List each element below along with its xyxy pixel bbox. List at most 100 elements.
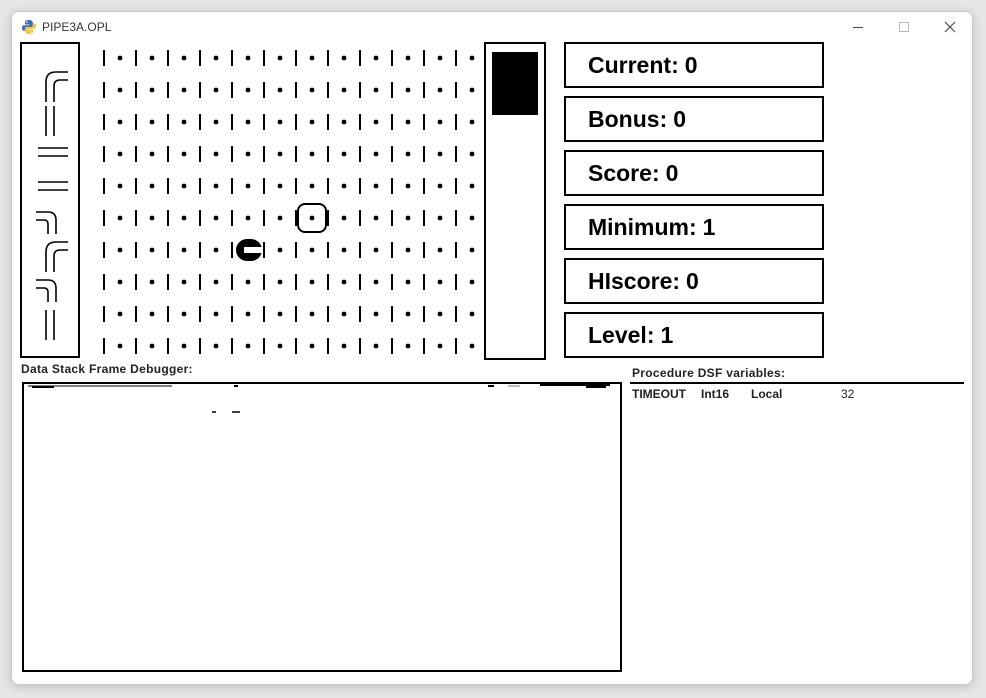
board-cell[interactable]	[359, 114, 379, 130]
board-cell[interactable]	[327, 82, 347, 98]
board-cell[interactable]	[231, 82, 251, 98]
board-cell[interactable]	[103, 210, 123, 226]
board-cell[interactable]	[359, 274, 379, 290]
board-cell[interactable]	[231, 338, 251, 354]
board-cell[interactable]	[327, 274, 347, 290]
board-cell[interactable]	[359, 82, 379, 98]
board-cell[interactable]	[263, 146, 283, 162]
board-cell[interactable]	[263, 210, 283, 226]
board-cell[interactable]	[455, 306, 475, 322]
board-cell[interactable]	[327, 114, 347, 130]
board-cell[interactable]	[103, 50, 123, 66]
board-cell[interactable]	[199, 50, 219, 66]
board-cell[interactable]	[135, 146, 155, 162]
debugger-canvas[interactable]	[22, 382, 622, 672]
board-cell[interactable]	[327, 210, 347, 226]
board-cell[interactable]	[167, 50, 187, 66]
board-cell[interactable]	[263, 274, 283, 290]
board-cell[interactable]	[231, 146, 251, 162]
board-cell[interactable]	[135, 82, 155, 98]
board-cell[interactable]	[455, 210, 475, 226]
board-cell[interactable]	[199, 210, 219, 226]
board-cell[interactable]	[167, 210, 187, 226]
title-bar[interactable]: PIPE3A.OPL	[12, 12, 972, 42]
board-cell[interactable]	[135, 50, 155, 66]
board-cell[interactable]	[423, 50, 443, 66]
board-cell[interactable]	[327, 242, 347, 258]
board-cell[interactable]	[263, 242, 283, 258]
board-cell[interactable]	[295, 114, 315, 130]
board-cell[interactable]	[391, 338, 411, 354]
board-cell[interactable]	[391, 146, 411, 162]
board-cell[interactable]	[231, 178, 251, 194]
board-cell[interactable]	[167, 274, 187, 290]
board-cell[interactable]	[199, 306, 219, 322]
board-cell[interactable]	[391, 306, 411, 322]
board-cell[interactable]	[103, 114, 123, 130]
board-cell[interactable]	[135, 338, 155, 354]
board-cell[interactable]	[423, 114, 443, 130]
board-cell[interactable]	[423, 210, 443, 226]
board-cell[interactable]	[263, 306, 283, 322]
board-cell[interactable]	[135, 306, 155, 322]
board-cell[interactable]	[167, 146, 187, 162]
board-cell[interactable]	[295, 50, 315, 66]
board-cell[interactable]	[359, 210, 379, 226]
board-cell[interactable]	[103, 178, 123, 194]
board-cell[interactable]	[199, 338, 219, 354]
board-cell[interactable]	[103, 338, 123, 354]
board-cell[interactable]	[295, 274, 315, 290]
board-cell[interactable]	[295, 82, 315, 98]
board-cell[interactable]	[359, 50, 379, 66]
board-cell[interactable]	[455, 146, 475, 162]
board-cell[interactable]	[295, 178, 315, 194]
board-cell[interactable]	[455, 338, 475, 354]
board-cell[interactable]	[423, 82, 443, 98]
board-cell[interactable]	[135, 114, 155, 130]
board-cell[interactable]	[135, 210, 155, 226]
board-cell[interactable]	[455, 114, 475, 130]
board-cell[interactable]	[231, 50, 251, 66]
board-cell[interactable]	[199, 82, 219, 98]
board-cell[interactable]	[391, 82, 411, 98]
board-cell[interactable]	[455, 50, 475, 66]
board-cell[interactable]	[423, 242, 443, 258]
board-cell[interactable]	[103, 306, 123, 322]
maximize-button[interactable]	[881, 12, 927, 42]
board-cell[interactable]	[263, 82, 283, 98]
board-cell[interactable]	[359, 146, 379, 162]
board-cell[interactable]	[135, 274, 155, 290]
board-cell[interactable]	[423, 306, 443, 322]
board-cell[interactable]	[167, 306, 187, 322]
board-cell[interactable]	[199, 242, 219, 258]
board-cell[interactable]	[231, 274, 251, 290]
board-cell[interactable]	[327, 306, 347, 322]
board-cell[interactable]	[391, 242, 411, 258]
board-cell[interactable]	[199, 274, 219, 290]
board-cell[interactable]	[135, 242, 155, 258]
board-cell[interactable]	[103, 82, 123, 98]
board-cell[interactable]	[327, 178, 347, 194]
board-cell[interactable]	[455, 178, 475, 194]
board-cell[interactable]	[199, 178, 219, 194]
board-cell[interactable]	[263, 338, 283, 354]
board-cell[interactable]	[359, 178, 379, 194]
board-cell[interactable]	[327, 146, 347, 162]
board-cell[interactable]	[167, 114, 187, 130]
board-cell[interactable]	[231, 210, 251, 226]
board-cell[interactable]	[391, 114, 411, 130]
board-cell[interactable]	[103, 242, 123, 258]
board-cell[interactable]	[423, 178, 443, 194]
board-cell[interactable]	[167, 178, 187, 194]
board-cell[interactable]	[295, 146, 315, 162]
board-cell[interactable]	[103, 146, 123, 162]
board-cell[interactable]	[167, 338, 187, 354]
board-cell[interactable]	[359, 242, 379, 258]
board-cell[interactable]	[295, 306, 315, 322]
board-cell[interactable]	[295, 338, 315, 354]
board-cell[interactable]	[231, 114, 251, 130]
board-cell[interactable]	[327, 50, 347, 66]
board-cell[interactable]	[199, 114, 219, 130]
board-cell[interactable]	[391, 210, 411, 226]
board-cell[interactable]	[263, 178, 283, 194]
